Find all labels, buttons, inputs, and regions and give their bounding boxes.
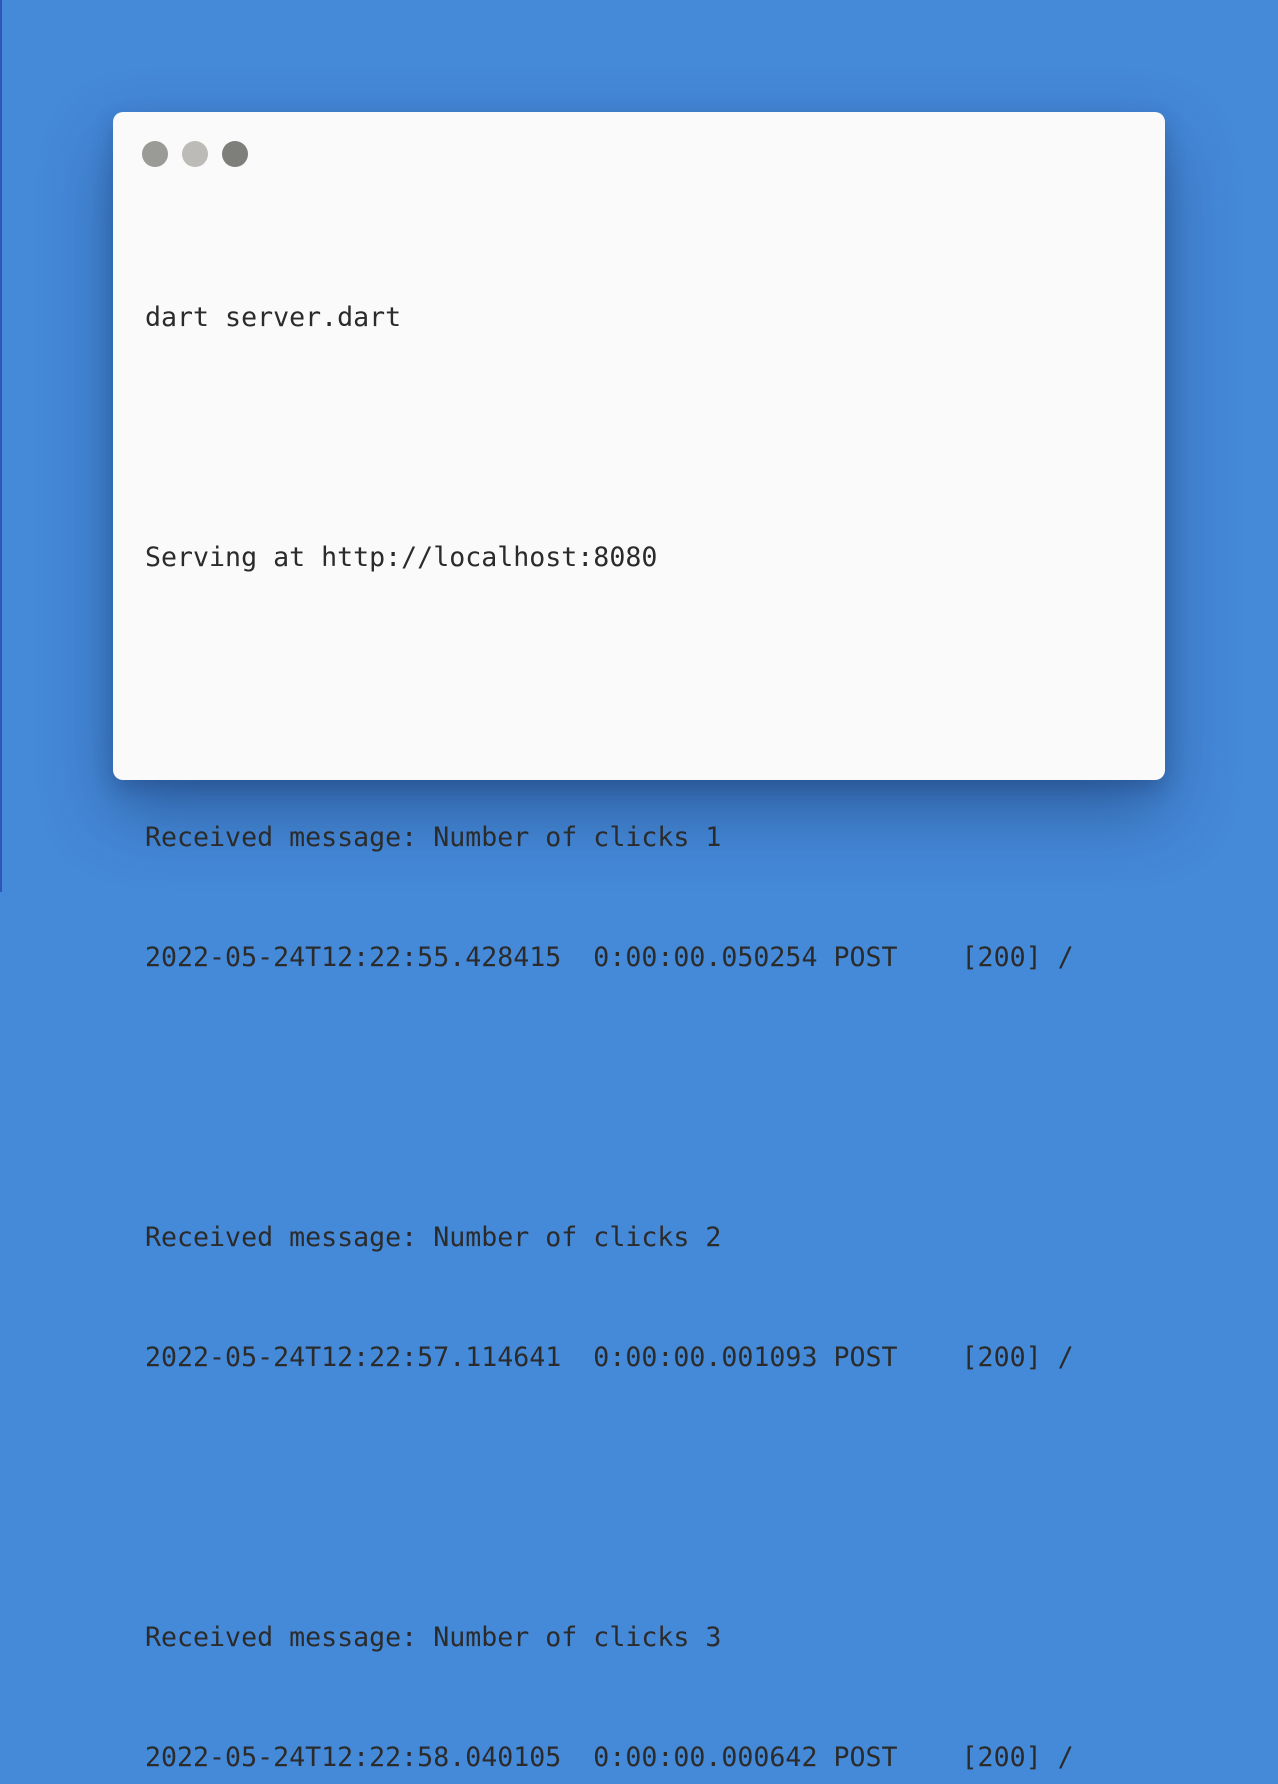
received-message-line: Received message: Number of clicks 2	[145, 1222, 722, 1253]
desktop-background: { "window": { "controls": [ {"name": "cl…	[0, 0, 1278, 1773]
request-log-line: 2022-05-24T12:22:57.114641 0:00:00.00109…	[145, 1342, 1074, 1373]
request-log-line: 2022-05-24T12:22:55.428415 0:00:00.05025…	[145, 942, 1074, 973]
received-message-line: Received message: Number of clicks 1	[145, 822, 722, 853]
minimize-button[interactable]	[182, 141, 208, 167]
zoom-button[interactable]	[222, 141, 248, 167]
command-line: dart server.dart	[145, 302, 402, 333]
terminal-window: dart server.dart Serving at http://local…	[113, 112, 1165, 1773]
request-log-line: 2022-05-24T12:22:58.040105 0:00:00.00064…	[145, 1742, 1074, 1773]
close-button[interactable]	[142, 141, 168, 167]
terminal-output: dart server.dart Serving at http://local…	[145, 218, 1074, 1784]
received-message-line: Received message: Number of clicks 3	[145, 1622, 722, 1653]
window-controls	[142, 141, 248, 167]
serving-line: Serving at http://localhost:8080	[145, 542, 658, 573]
